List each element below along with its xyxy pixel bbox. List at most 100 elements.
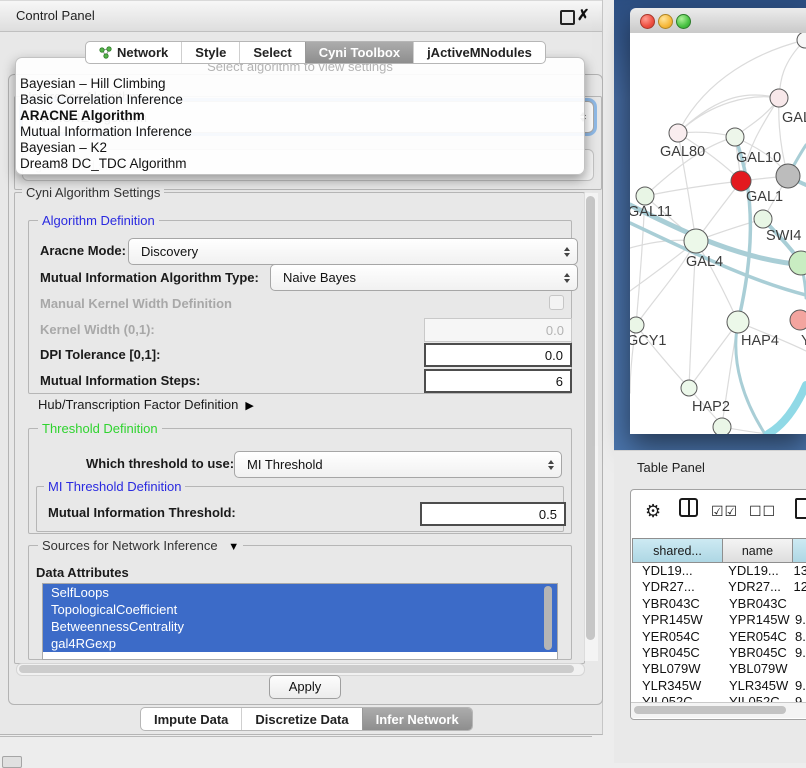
top-tab-bar: NetworkStyle Select Cyni ToolboxjActiveMNo… [85,41,546,64]
manual-kernel-label: Manual Kernel Width Definition [40,296,232,311]
close-traffic-light-icon[interactable] [640,14,655,29]
network-edge[interactable] [779,40,805,98]
sources-group-label: Sources for Network Inference [42,538,218,553]
algorithm-option[interactable]: Bayesian – K2 [16,140,584,156]
dpi-tolerance-field[interactable]: 0.0 [424,343,572,367]
table-row[interactable]: YLR345WYLR345W9. [632,678,806,694]
network-node[interactable] [797,33,806,48]
algorithm-option[interactable]: Bayesian – Hill Climbing [16,76,584,92]
table-hscrollbar-thumb[interactable] [634,706,786,714]
settings-hscrollbar-thumb[interactable] [19,665,574,673]
attributes-list-scrollbar-thumb[interactable] [544,586,552,650]
algorithm-option[interactable]: Basic Correlation Inference [16,92,584,108]
tab-style[interactable]: Style [181,42,239,63]
table-row[interactable]: YER054CYER054C8. [632,629,806,645]
mi-type-label: Mutual Information Algorithm Type: [40,270,259,285]
table-row[interactable]: YDR27...YDR27...12 [632,579,806,595]
gear-icon[interactable]: ⚙ [645,498,661,524]
deselect-all-checkboxes-icon[interactable]: ☐☐ [749,498,776,524]
tab-jactivemnodules[interactable]: jActiveMNodules [413,42,545,63]
table-cell: YDR27... [632,579,720,595]
data-attribute-item[interactable]: SelfLoops [43,584,557,601]
tab-label: Impute Data [154,712,228,727]
mi-type-combo[interactable]: Naive Bayes [270,264,578,291]
settings-scrollbar-thumb[interactable] [586,196,595,640]
control-panel-window: Control Panel ✗ NetworkStyleSelectCyni T… [0,0,603,735]
close-icon[interactable]: ✗ [577,6,590,26]
data-attribute-item[interactable]: TopologicalCoefficient [43,601,557,618]
network-edge[interactable] [678,95,779,133]
hub-tf-definition-toggle[interactable]: Hub/Transcription Factor Definition▶ [38,397,254,412]
network-edge[interactable] [741,98,779,181]
aracne-mode-combo[interactable]: Discovery [128,238,578,265]
tab-network[interactable]: Network [86,42,181,63]
export-table-icon[interactable] [795,498,806,519]
bottom-left-mini-button[interactable] [2,756,22,768]
algorithm-option[interactable]: Mutual Information Inference [16,124,584,140]
data-attribute-item[interactable]: gal4RGexp [43,635,557,652]
column-header[interactable] [793,538,806,563]
network-node-y[interactable] [790,310,806,330]
algorithm-options: Bayesian – Hill ClimbingBasic Correlatio… [16,76,584,172]
table-row[interactable]: YBR043CYBR043C [632,596,806,612]
network-node-hap2[interactable] [681,380,697,396]
network-node-gcy1[interactable] [630,317,644,333]
data-attribute-item[interactable]: BetweennessCentrality [43,618,557,635]
network-node-gal1[interactable] [731,171,751,191]
column-view-icon[interactable] [679,498,698,517]
threshold-definition-title: Threshold Definition [38,421,162,436]
network-node[interactable] [789,251,806,275]
network-node-gal10[interactable] [726,128,744,146]
table-cell: YBR043C [721,596,790,612]
minimize-traffic-light-icon[interactable] [658,14,673,29]
table-row[interactable]: YBR045CYBR045C9. [632,645,806,661]
network-node-gal80[interactable] [669,124,687,142]
aracne-mode-value: Discovery [141,244,198,259]
table-row[interactable]: YPR145WYPR145W9. [632,612,806,628]
kernel-width-field[interactable]: 0.0 [424,318,572,342]
combo-arrows-icon [564,247,570,257]
sources-group-title[interactable]: Sources for Network Inference ▼ [38,538,243,553]
network-node-hap4[interactable] [727,311,749,333]
network-edge[interactable] [768,385,806,434]
network-node-gal[interactable] [770,89,788,107]
network-edge[interactable] [689,322,738,388]
tab-select[interactable]: Select [239,42,304,63]
node-label: GAL [782,110,806,126]
which-threshold-combo[interactable]: MI Threshold [234,451,562,478]
table-cell: YDR27... [720,579,788,595]
network-icon [99,46,112,59]
tab-label: Select [253,45,291,60]
network-canvas[interactable]: GALGAL80GAL10GAL1GAL11SWI4GAL4GCY1HAP4YH… [630,33,806,434]
network-node-gal4[interactable] [684,229,708,253]
network-node-swi4[interactable] [754,210,772,228]
table-cell: YBR045C [632,645,721,661]
collapse-arrow-icon: ▶ [245,400,253,412]
bottom-divider [0,736,592,737]
tab-impute-data[interactable]: Impute Data [141,708,241,730]
algorithm-option[interactable]: ARACNE Algorithm [16,108,584,124]
column-header[interactable]: name [723,538,793,563]
table-cell: 9. [790,645,806,661]
zoom-traffic-light-icon[interactable] [676,14,691,29]
tab-cyni-toolbox[interactable]: Cyni Toolbox [305,42,413,63]
mi-threshold-field[interactable]: 0.5 [420,502,566,526]
table-cell: YDL19... [720,563,788,579]
table-row[interactable]: YBL079WYBL079W [632,661,806,677]
table-row[interactable]: YDL19...YDL19...13 [632,563,806,579]
network-node-gal11[interactable] [636,187,654,205]
table-row[interactable]: YIL052CYIL052C9. [632,694,806,702]
algorithm-option[interactable]: Dream8 DC_TDC Algorithm [16,156,584,172]
network-node[interactable] [776,164,800,188]
network-window-titlebar[interactable] [630,8,806,34]
float-window-icon[interactable] [560,10,575,25]
tab-infer-network[interactable]: Infer Network [362,708,472,730]
network-node[interactable] [713,418,731,434]
column-header[interactable]: shared... [632,538,723,563]
apply-button[interactable]: Apply [269,675,341,699]
mi-steps-field[interactable]: 6 [424,369,572,393]
tab-discretize-data[interactable]: Discretize Data [241,708,361,730]
table-hscrollbar-track[interactable] [631,702,806,718]
manual-kernel-checkbox[interactable] [549,295,564,310]
select-all-checkboxes-icon[interactable]: ☑☑ [711,498,738,524]
